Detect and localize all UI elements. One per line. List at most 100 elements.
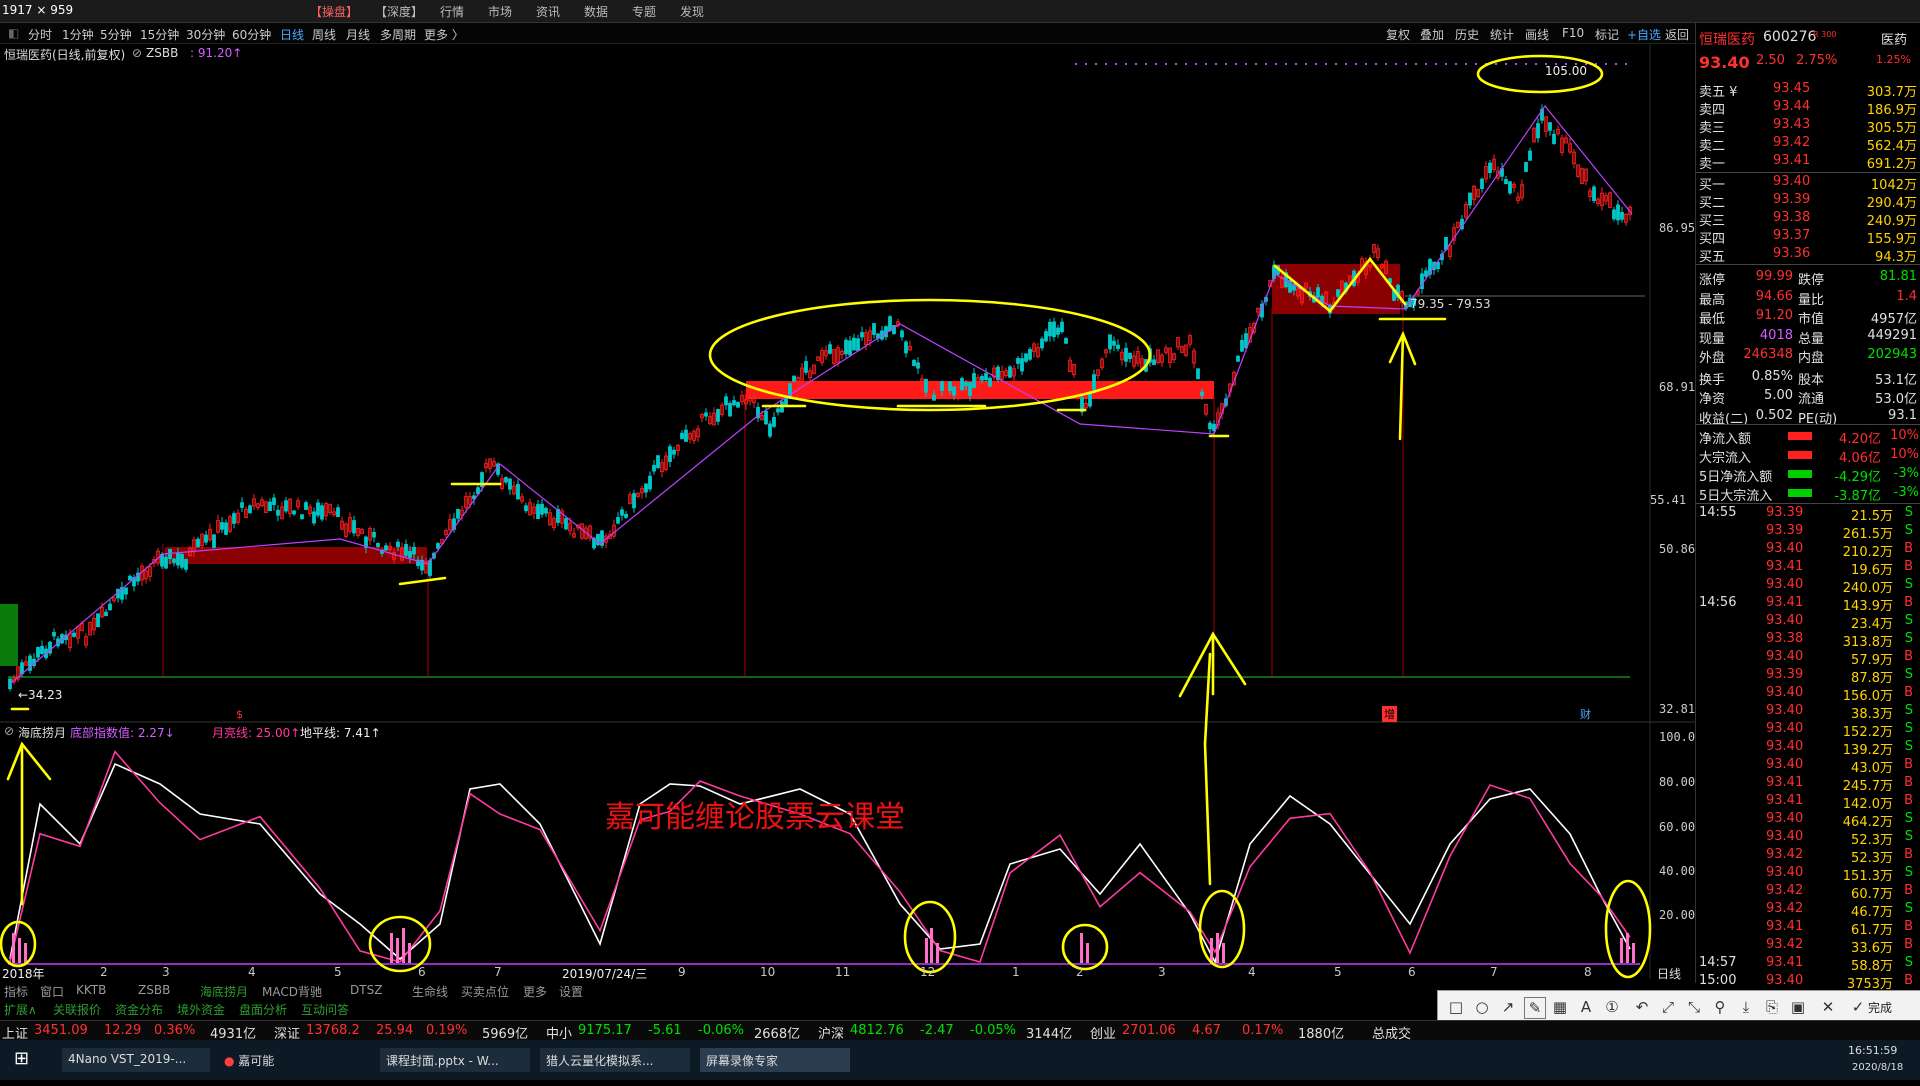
candle-body xyxy=(680,432,684,440)
extension-tab[interactable]: 境外资金 xyxy=(177,1001,225,1018)
candle-body xyxy=(124,587,128,595)
candle-body xyxy=(1124,347,1128,362)
panel-toggle-icon[interactable]: ◧ xyxy=(8,26,19,40)
pen-tool-icon[interactable]: ✎ xyxy=(1524,997,1546,1019)
menu-hangqing[interactable]: 行情 xyxy=(440,3,464,20)
extension-tab[interactable]: 扩展∧ xyxy=(4,1001,37,1018)
indicator-tab[interactable]: 设置 xyxy=(559,983,583,1000)
tab-fenshi[interactable]: 分时 xyxy=(28,26,52,43)
ask-row[interactable]: 卖一 93.41 691.2万 xyxy=(1696,152,1920,172)
indicator-tab[interactable]: MACD背驰 xyxy=(262,983,322,1000)
indicator-tab[interactable]: 指标 xyxy=(4,983,28,1000)
candle-body xyxy=(968,382,972,396)
indicator-tab[interactable]: 生命线 xyxy=(412,983,448,1000)
event-marker-cai[interactable]: 财 xyxy=(1580,706,1591,722)
candle-body xyxy=(224,522,228,535)
taskbar-item-recorder[interactable]: 屏幕录像专家 xyxy=(700,1048,850,1072)
rectangle-tool-icon[interactable]: □ xyxy=(1446,997,1466,1017)
copy-icon[interactable]: ⎘ xyxy=(1762,997,1782,1017)
bid-row[interactable]: 买一 93.40 1042万 xyxy=(1696,173,1920,193)
extension-tab[interactable]: 互动问答 xyxy=(301,1001,349,1018)
text-tool-icon[interactable]: A xyxy=(1576,997,1596,1017)
sub-indicator-toggle-icon[interactable]: ⊘ xyxy=(4,724,14,738)
bid-row[interactable]: 买三 93.38 240.9万 xyxy=(1696,209,1920,229)
indicator-tab[interactable]: 更多 xyxy=(523,983,547,1000)
tool-f10[interactable]: F10 xyxy=(1562,26,1584,40)
tool-biaoji[interactable]: 标记 xyxy=(1595,26,1619,43)
tab-more[interactable]: 更多 〉 xyxy=(424,26,464,43)
resize-icon[interactable]: ⤢ xyxy=(1658,997,1678,1017)
candle-body xyxy=(212,534,216,548)
menu-caopan[interactable]: 【操盘】 xyxy=(310,3,358,20)
indicator-tab[interactable]: KKTB xyxy=(76,983,106,997)
tool-lishi[interactable]: 历史 xyxy=(1455,26,1479,43)
tool-back[interactable]: 返回 xyxy=(1665,26,1689,43)
indicator-tab[interactable]: DTSZ xyxy=(350,983,382,997)
expand-icon[interactable]: ⤡ xyxy=(1684,997,1704,1017)
taskbar-item-pptx[interactable]: 课程封面.pptx - W... xyxy=(380,1048,530,1072)
tool-add-watchlist[interactable]: +自选 xyxy=(1627,26,1661,43)
check-icon[interactable]: ✓ xyxy=(1848,997,1868,1017)
indicator-tab[interactable]: 买卖点位 xyxy=(461,983,509,1000)
undo-icon[interactable]: ↶ xyxy=(1632,997,1652,1017)
tick-price: 93.40 xyxy=(1766,739,1804,754)
tab-weekly[interactable]: 周线 xyxy=(312,26,336,43)
pin-icon[interactable]: ⚲ xyxy=(1710,997,1730,1017)
kline-chart[interactable]: 嘉可能缠论股票云课堂 xyxy=(0,44,1695,979)
ask-row[interactable]: 卖三 93.43 305.5万 xyxy=(1696,116,1920,136)
ask-row[interactable]: 卖四 93.44 186.9万 xyxy=(1696,98,1920,118)
extension-tab[interactable]: 盘面分析 xyxy=(239,1001,287,1018)
start-icon[interactable]: ⊞ xyxy=(14,1048,29,1072)
close-icon[interactable]: ✕ xyxy=(1818,997,1838,1017)
event-marker-dividend[interactable]: $ xyxy=(236,708,243,721)
menu-shendu[interactable]: 【深度】 xyxy=(375,3,423,20)
tab-5min[interactable]: 5分钟 xyxy=(100,26,132,43)
taskbar-item-app[interactable]: ● 嘉可能 xyxy=(218,1048,368,1072)
flow-value: -3.87亿 xyxy=(1834,489,1881,504)
tab-multi[interactable]: 多周期 xyxy=(380,26,416,43)
tab-daily[interactable]: 日线 xyxy=(280,26,304,43)
tab-1min[interactable]: 1分钟 xyxy=(62,26,94,43)
arrow-tool-icon[interactable]: ↗ xyxy=(1498,997,1518,1017)
tab-15min[interactable]: 15分钟 xyxy=(140,26,179,43)
menu-faxian[interactable]: 发现 xyxy=(680,3,704,20)
menu-shichang[interactable]: 市场 xyxy=(488,3,512,20)
tab-monthly[interactable]: 月线 xyxy=(346,26,370,43)
ask-row[interactable]: 卖五 ¥93.45 303.7万 xyxy=(1696,80,1920,100)
tool-tongji[interactable]: 统计 xyxy=(1490,26,1514,43)
extension-tab[interactable]: 关联报价 xyxy=(53,1001,101,1018)
bid-row[interactable]: 买二 93.39 290.4万 xyxy=(1696,191,1920,211)
save-icon[interactable]: ▣ xyxy=(1788,997,1808,1017)
tab-60min[interactable]: 60分钟 xyxy=(232,26,271,43)
bid-row[interactable]: 买五 93.36 94.3万 xyxy=(1696,245,1920,265)
number-tool-icon[interactable]: ① xyxy=(1602,997,1622,1017)
tool-diejia[interactable]: 叠加 xyxy=(1420,26,1444,43)
taskbar-item-vst[interactable]: 4Nano VST_2019-... xyxy=(62,1048,210,1072)
taskbar-item-hunter[interactable]: 猎人云量化模拟系... xyxy=(540,1048,690,1072)
menu-shuju[interactable]: 数据 xyxy=(584,3,608,20)
menu-zhuanti[interactable]: 专题 xyxy=(632,3,656,20)
download-icon[interactable]: ⤓ xyxy=(1736,997,1756,1017)
tab-30min[interactable]: 30分钟 xyxy=(186,26,225,43)
circle-tool-icon[interactable]: ○ xyxy=(1472,997,1492,1017)
ask-row[interactable]: 卖二 93.42 562.4万 xyxy=(1696,134,1920,154)
mosaic-tool-icon[interactable]: ▦ xyxy=(1550,997,1570,1017)
done-button[interactable]: 完成 xyxy=(1868,999,1892,1016)
event-marker-zeng[interactable]: 增 xyxy=(1382,706,1397,722)
extension-tab[interactable]: 资金分布 xyxy=(115,1001,163,1018)
clock-date[interactable]: 2020/8/18 xyxy=(1852,1062,1903,1086)
ask-price: 93.43 xyxy=(1773,117,1811,132)
bid-label: 买五 xyxy=(1699,250,1726,265)
tick-row: 93.42 60.7万 B xyxy=(1696,882,1920,902)
indicator-tab[interactable]: 海底捞月 xyxy=(200,983,248,1000)
high-price-marker: 105.00 xyxy=(1545,64,1587,78)
tool-fuquan[interactable]: 复权 xyxy=(1386,26,1410,43)
indicator-tab[interactable]: ZSBB xyxy=(138,983,170,997)
candle-body xyxy=(1236,355,1240,362)
tool-huaxian[interactable]: 画线 xyxy=(1525,26,1549,43)
menu-zixun[interactable]: 资讯 xyxy=(536,3,560,20)
sub-indicator-name[interactable]: 海底捞月 xyxy=(18,724,66,741)
bid-row[interactable]: 买四 93.37 155.9万 xyxy=(1696,227,1920,247)
x-label: 11 xyxy=(835,965,851,979)
indicator-tab[interactable]: 窗口 xyxy=(40,983,64,1000)
